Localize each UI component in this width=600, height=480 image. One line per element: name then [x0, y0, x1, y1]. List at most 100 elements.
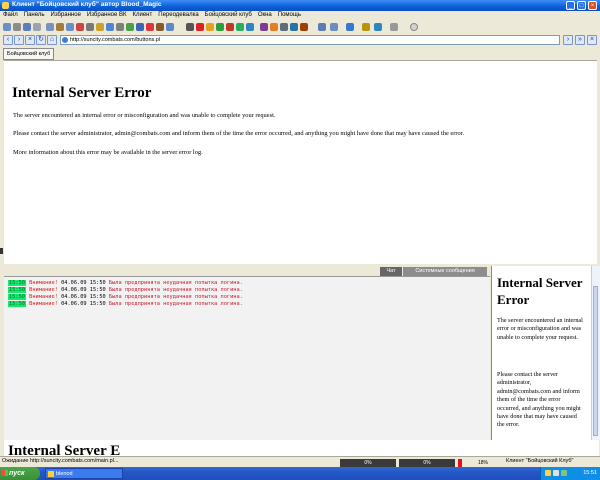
toolbar-icon-29[interactable]	[300, 23, 308, 31]
toolbar-icon-22[interactable]	[226, 23, 234, 31]
toolbar-icon-33[interactable]	[362, 23, 370, 31]
scrollbar-thumb[interactable]	[593, 286, 598, 436]
status-client: Клиент "Бойцовский Клуб"	[506, 458, 574, 464]
chat-time: 15:50	[8, 294, 26, 300]
toolbar-icon-30[interactable]	[318, 23, 326, 31]
toolbar-icon-32[interactable]	[346, 23, 354, 31]
chat-message: Была предпринята неудачная попытка логин…	[108, 294, 243, 300]
toolbar	[0, 21, 600, 35]
clock: 15:51	[583, 470, 597, 476]
toolbar-icon-17[interactable]	[166, 23, 174, 31]
toolbar-icon-10[interactable]	[96, 23, 104, 31]
chat-warning: Внимание!	[29, 294, 58, 300]
toolbar-icon-20[interactable]	[206, 23, 214, 31]
chat-line: 15:50 Внимание! 04.06.09 15:50 Была пред…	[8, 301, 243, 307]
chat-message: Была предпринята неудачная попытка логин…	[108, 287, 243, 293]
forward-icon[interactable]: ›	[14, 35, 24, 45]
toolbar-icon-31[interactable]	[330, 23, 338, 31]
toolbar-icon-5[interactable]	[46, 23, 54, 31]
side-frame: Internal Server Error The server encount…	[491, 266, 592, 440]
taskbar: пуск blenod 15:51	[0, 467, 600, 480]
tab-system-messages[interactable]: Системные сообщения	[403, 267, 487, 276]
toolbar-icon-34[interactable]	[374, 23, 382, 31]
window-title: Клиент "Бойцовский клуб" автор Blood_Mag…	[12, 1, 162, 8]
chat-date: 04.06.09 15:50	[61, 280, 106, 286]
close-tab-icon[interactable]: ×	[587, 35, 597, 45]
toolbar-icon-25[interactable]	[260, 23, 268, 31]
toolbar-icon-23[interactable]	[236, 23, 244, 31]
go-icon[interactable]: ›	[563, 35, 573, 45]
address-input[interactable]: http://suncity.combats.com/buttons.pl	[60, 35, 560, 45]
menu-fight-club[interactable]: Бойцовский клуб	[202, 11, 255, 18]
menu-favorites-vk[interactable]: Избранное ВК	[84, 11, 130, 18]
toolbar-icon-2[interactable]	[13, 23, 21, 31]
error-paragraph-3: More information about this error may be…	[13, 149, 203, 156]
toolbar-icon-21[interactable]	[216, 23, 224, 31]
menu-favorites[interactable]: Избранное	[48, 11, 84, 18]
toolbar-icon-19[interactable]	[196, 23, 204, 31]
tray-icon-3[interactable]	[561, 470, 567, 476]
progress-bar-2: 0%	[399, 459, 455, 467]
tray-icon-2[interactable]	[553, 470, 559, 476]
chat-line: 15:50 Внимание! 04.06.09 15:50 Была пред…	[8, 287, 243, 293]
tab-chat[interactable]: Чат	[380, 267, 402, 276]
minimize-button[interactable]: _	[566, 1, 575, 10]
toolbar-icon-9[interactable]	[86, 23, 94, 31]
toolbar-icon-28[interactable]	[290, 23, 298, 31]
toolbar-icon-12[interactable]	[116, 23, 124, 31]
chat-warning: Внимание!	[29, 280, 58, 286]
menu-dressing[interactable]: Переодевалка	[155, 11, 201, 18]
menu-client[interactable]: Клиент	[130, 11, 156, 18]
toolbar-icon-7[interactable]	[66, 23, 74, 31]
toolbar-icon-4[interactable]	[33, 23, 41, 31]
toolbar-icon-27[interactable]	[280, 23, 288, 31]
toolbar-icon-26[interactable]	[270, 23, 278, 31]
toolbar-icon-11[interactable]	[106, 23, 114, 31]
home-icon[interactable]: ⌂	[47, 35, 57, 45]
back-icon[interactable]: ‹	[3, 35, 13, 45]
side-scrollbar[interactable]	[591, 266, 600, 440]
menu-panel[interactable]: Панель	[21, 11, 48, 18]
tab-row: Бойцовский клуб	[0, 46, 600, 60]
app-icon	[2, 2, 9, 9]
chat-line: 15:50 Внимание! 04.06.09 15:50 Была пред…	[8, 280, 243, 286]
refresh-icon[interactable]: ↻	[36, 35, 46, 45]
maximize-button[interactable]: □	[577, 1, 586, 10]
menu-help[interactable]: Помощь	[275, 11, 304, 18]
toolbar-icon-6[interactable]	[56, 23, 64, 31]
toolbar-icon-15[interactable]	[146, 23, 154, 31]
toolbar-icon-8[interactable]	[76, 23, 84, 31]
system-tray: 15:51	[540, 467, 600, 480]
progress-bar-3: 18%	[477, 460, 488, 466]
toolbar-icon-13[interactable]	[126, 23, 134, 31]
toolbar-icon-3[interactable]	[23, 23, 31, 31]
splitter-handle[interactable]	[0, 248, 3, 254]
window-title-bar[interactable]: Клиент "Бойцовский клуб" автор Blood_Mag…	[0, 0, 600, 11]
menu-bar: Файл Панель Избранное Избранное ВК Клиент Пер…	[0, 11, 600, 21]
toolbar-icon-24[interactable]	[246, 23, 254, 31]
toolbar-icon-14[interactable]	[136, 23, 144, 31]
address-row: ‹ › × ↻ ⌂ http://suncity.combats.com/but…	[0, 34, 600, 46]
side-error-title: Internal Server Error	[497, 275, 583, 307]
tab-fight-club[interactable]: Бойцовский клуб	[3, 48, 55, 60]
error-paragraph-2: Please contact the server administrator,…	[13, 130, 465, 137]
toolbar-icon-18[interactable]	[186, 23, 194, 31]
expand-icon[interactable]: »	[575, 35, 585, 45]
menu-file[interactable]: Файл	[0, 11, 21, 18]
taskbar-item[interactable]: blenod	[45, 468, 123, 479]
side-error-paragraph-1: The server encountered an internal error…	[497, 317, 583, 341]
close-button[interactable]: ×	[588, 1, 597, 10]
folder-icon	[48, 471, 54, 477]
toolbar-icon-36[interactable]	[410, 23, 418, 31]
chat-pane: 15:50 Внимание! 04.06.09 15:50 Была пред…	[4, 276, 490, 441]
windows-flag-icon	[2, 470, 8, 476]
start-label: пуск	[9, 470, 25, 477]
stop-icon[interactable]: ×	[25, 35, 35, 45]
toolbar-icon-16[interactable]	[156, 23, 164, 31]
toolbar-icon-1[interactable]	[3, 23, 11, 31]
chat-time: 15:50	[8, 287, 26, 293]
toolbar-icon-35[interactable]	[390, 23, 398, 31]
tray-icon-1[interactable]	[545, 470, 551, 476]
menu-windows[interactable]: Окна	[255, 11, 275, 18]
start-button[interactable]: пуск	[0, 467, 40, 480]
